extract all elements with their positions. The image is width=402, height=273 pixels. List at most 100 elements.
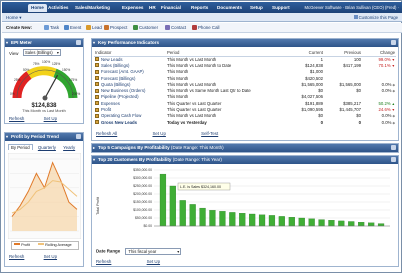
indicator-label: New Business (Orders)	[101, 88, 146, 94]
collapse-icon[interactable]: ▾	[93, 156, 95, 164]
flat-icon: ◆	[391, 82, 395, 87]
kpi-indicator[interactable]: Gross New Leads	[94, 119, 166, 125]
create-contact-button[interactable]: Contact	[165, 25, 186, 31]
bar[interactable]	[288, 217, 295, 227]
view-select[interactable]: Sales (Billings) ▾	[23, 49, 61, 56]
panel-options-icon[interactable]	[391, 145, 396, 150]
panel-options-icon[interactable]	[76, 134, 81, 139]
setup-link[interactable]: Set Up	[44, 254, 57, 259]
indicator-label: Expenses	[101, 100, 120, 106]
tab-reports[interactable]: Reports	[188, 4, 211, 12]
bar[interactable]	[328, 220, 335, 227]
bar[interactable]	[189, 204, 196, 227]
bar[interactable]	[298, 217, 305, 227]
bar[interactable]	[318, 219, 325, 227]
create-lead-button[interactable]: Lead	[86, 25, 102, 31]
tab-setup[interactable]: Setup	[247, 4, 266, 12]
refresh-link[interactable]: Refresh	[9, 116, 24, 121]
tab-quarterly[interactable]: Quarterly	[38, 145, 56, 150]
create-event-button[interactable]: Event	[64, 25, 81, 31]
tab-support[interactable]: Support	[269, 4, 293, 12]
top20-links: Refresh Set Up	[96, 259, 164, 264]
profit-trend-panel: ▾ Profit by Period Trend By Period Quarte…	[4, 132, 84, 267]
change-value: 50.2%	[378, 100, 391, 106]
indicator-label: Pipeline (Projected)	[101, 94, 139, 100]
bar[interactable]	[249, 213, 256, 227]
phone-icon	[192, 25, 197, 30]
refresh-link[interactable]: Refresh	[96, 259, 111, 264]
bar[interactable]	[219, 211, 226, 227]
bar[interactable]	[239, 213, 246, 227]
refresh-link[interactable]: Refresh	[9, 254, 24, 259]
setup-link[interactable]: Set Up	[44, 116, 57, 121]
bar[interactable]	[169, 185, 176, 227]
arrow-down-icon: ▼	[390, 108, 395, 113]
bar[interactable]	[377, 223, 385, 227]
user-info[interactable]: McGeever Software · Brian Sullivan (CEO)…	[305, 4, 399, 12]
bar[interactable]	[159, 173, 167, 227]
collapse-icon[interactable]: ▾	[6, 39, 8, 47]
bar[interactable]	[348, 221, 355, 227]
bar[interactable]	[209, 210, 216, 227]
collapse-icon[interactable]: ▾	[93, 39, 95, 47]
create-task-label: Task	[50, 25, 60, 30]
create-prospect-button[interactable]: Prospect	[104, 25, 127, 31]
panel-options-icon[interactable]	[391, 40, 396, 45]
collapse-icon[interactable]: ▾	[6, 133, 8, 141]
top5-title: Top 5 Campaigns By Profitability	[98, 145, 170, 150]
indicator-icon	[95, 82, 99, 87]
bar[interactable]	[268, 215, 276, 227]
profit-links: Refresh Set Up	[9, 254, 61, 259]
panel-options-icon[interactable]	[76, 40, 81, 45]
tab-financial[interactable]: Financial	[158, 4, 184, 12]
epi-links: Refresh Set Up	[9, 116, 61, 121]
indicator-label: Gross New Leads	[101, 119, 138, 125]
bar[interactable]	[278, 216, 285, 227]
self-test-link[interactable]: Self-Test	[201, 131, 218, 136]
create-new-bar: Create New: Task Event Lead Prospect Cus…	[2, 23, 402, 33]
epi-meter-panel: ▾ EPI Meter View Sales (Billings) ▾ 50% 75…	[4, 38, 84, 124]
gauge-label: 100%	[42, 60, 50, 64]
tab-expenses[interactable]: Expenses	[119, 4, 146, 12]
create-phone-call-button[interactable]: Phone Call	[192, 25, 219, 31]
bar[interactable]	[179, 200, 186, 227]
date-range-select[interactable]: This fiscal year ▾	[125, 248, 182, 255]
tab-by-period[interactable]: By Period	[8, 144, 33, 150]
expand-icon[interactable]: ▸	[93, 144, 95, 152]
tab-hr[interactable]: HR	[146, 4, 159, 12]
create-contact-label: Contact	[171, 25, 187, 30]
bar[interactable]	[358, 222, 365, 227]
indicator-icon	[95, 120, 99, 125]
tab-sales-marketing[interactable]: Sales/Marketing	[72, 4, 113, 12]
indicator-icon	[95, 113, 99, 118]
profit-trend-header: ▾ Profit by Period Trend	[5, 133, 83, 141]
create-task-button[interactable]: Task	[44, 25, 59, 31]
kpi-row: Gross New Leads Today vs Yesterday 0 0 0.0% …	[94, 119, 396, 125]
top20-range: (Date Range: This Year)	[172, 157, 222, 162]
y-tick-label: $50,000.00	[135, 216, 152, 220]
arrow-down-icon: ▼	[390, 63, 395, 68]
tab-documents[interactable]: Documents	[214, 4, 245, 12]
task-icon	[44, 25, 49, 30]
indicator-icon	[95, 76, 99, 81]
bar[interactable]	[229, 212, 236, 227]
y-tick-label: $350,000.00	[133, 168, 152, 172]
panel-options-icon[interactable]	[391, 157, 396, 162]
page-title[interactable]: Home ▾	[6, 14, 22, 21]
bar[interactable]	[338, 220, 345, 227]
setup-link[interactable]: Set Up	[152, 131, 165, 136]
bar[interactable]	[258, 214, 266, 227]
bar[interactable]	[368, 222, 375, 227]
refresh-all-link[interactable]: Refresh All	[96, 131, 117, 136]
tab-activities[interactable]: Activities	[45, 4, 71, 12]
bar[interactable]	[199, 207, 206, 227]
create-event-label: Event	[70, 25, 82, 30]
change-value: 0.0%	[381, 88, 392, 94]
customize-page-link[interactable]: Customize this Page	[353, 14, 398, 21]
create-customer-button[interactable]: Customer	[133, 25, 158, 31]
tab-home[interactable]: Home	[28, 4, 47, 12]
setup-link[interactable]: Set Up	[147, 259, 160, 264]
create-customer-label: Customer	[139, 25, 159, 30]
tab-yearly[interactable]: Yearly	[63, 145, 75, 150]
bar[interactable]	[308, 218, 315, 227]
